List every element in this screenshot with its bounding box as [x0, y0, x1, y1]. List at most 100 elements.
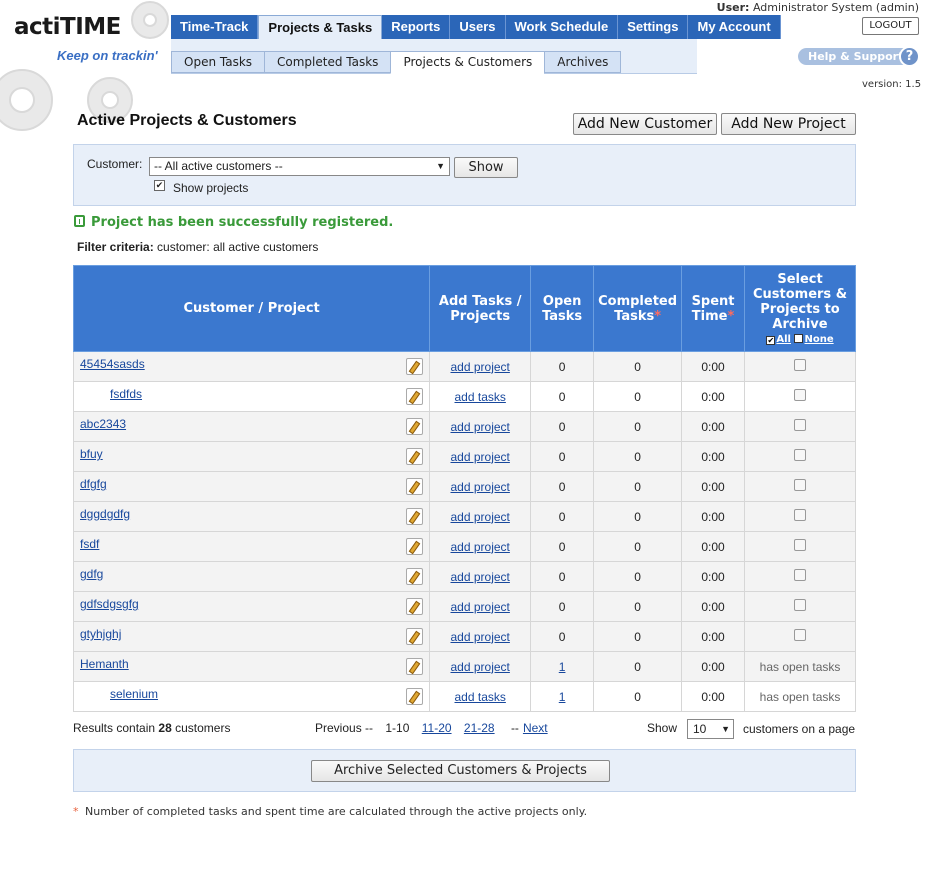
add-new-project-button[interactable]: Add New Project: [721, 113, 856, 135]
edit-icon[interactable]: [406, 658, 424, 675]
project-link[interactable]: fsdfds: [110, 387, 142, 401]
customer-link[interactable]: fsdf: [80, 537, 99, 551]
footnote-text: Number of completed tasks and spent time…: [85, 805, 588, 818]
archive-cell: has open tasks: [744, 651, 856, 682]
show-button[interactable]: Show: [454, 157, 518, 178]
edit-icon[interactable]: [406, 598, 424, 615]
add-project-link[interactable]: add project: [451, 360, 510, 374]
project-row: selenium add tasks 1 0 0:00 has open tas…: [72, 681, 856, 712]
per-page-value: 10: [693, 722, 707, 736]
open-tasks-count: 0: [558, 599, 566, 614]
nav-users[interactable]: Users: [450, 15, 506, 39]
edit-icon[interactable]: [406, 508, 424, 525]
nav-reports[interactable]: Reports: [382, 15, 451, 39]
archive-cell: [744, 621, 856, 652]
per-page-select[interactable]: 10 ▼: [687, 719, 734, 739]
select-all-link[interactable]: All: [776, 334, 791, 345]
edit-icon[interactable]: [406, 568, 424, 585]
edit-icon[interactable]: [406, 478, 424, 495]
archive-selected-button[interactable]: Archive Selected Customers & Projects: [311, 760, 610, 782]
pager-next[interactable]: Next: [523, 721, 548, 735]
completed-count: 0: [634, 449, 641, 464]
add-project-link[interactable]: add project: [451, 630, 510, 644]
add-project-link[interactable]: add project: [451, 570, 510, 584]
footnote: * Number of completed tasks and spent ti…: [73, 805, 587, 818]
nav-projects-tasks[interactable]: Projects & Tasks: [258, 15, 383, 39]
archive-checkbox[interactable]: [794, 599, 807, 611]
customer-link[interactable]: abc2343: [80, 417, 126, 431]
add-project-link[interactable]: add project: [451, 600, 510, 614]
spent-time: 0:00: [701, 539, 725, 554]
customer-row: dggdgdfg add project 0 0 0:00: [72, 501, 856, 532]
archive-checkbox[interactable]: [794, 359, 807, 371]
customer-link[interactable]: bfuy: [80, 447, 103, 461]
help-support-button[interactable]: Help & Support ?: [798, 46, 920, 67]
customer-select-value: -- All active customers --: [154, 159, 283, 173]
tab-completed-tasks[interactable]: Completed Tasks: [264, 51, 391, 73]
name-cell: 45454sasds: [72, 351, 431, 382]
archive-checkbox[interactable]: [794, 389, 807, 401]
archive-checkbox[interactable]: [794, 539, 807, 551]
add-tasks-link[interactable]: add tasks: [455, 390, 506, 404]
edit-icon[interactable]: [406, 388, 424, 405]
archive-checkbox[interactable]: [794, 569, 807, 581]
edit-icon[interactable]: [406, 628, 424, 645]
nav-time-track[interactable]: Time-Track: [171, 15, 259, 39]
add-cell: add project: [429, 591, 532, 622]
completed-cell: 0: [593, 651, 683, 682]
user-label: User:: [716, 1, 750, 14]
open-cell: 0: [530, 411, 595, 442]
tab-archives[interactable]: Archives: [544, 51, 622, 73]
add-project-link[interactable]: add project: [451, 540, 510, 554]
customer-link[interactable]: gdfsdgsgfg: [80, 597, 139, 611]
customer-link[interactable]: dggdgdfg: [80, 507, 130, 521]
customer-link[interactable]: Hemanth: [80, 657, 129, 671]
customer-link[interactable]: 45454sasds: [80, 357, 145, 371]
nav-my-account[interactable]: My Account: [688, 15, 781, 39]
archive-checkbox[interactable]: [794, 629, 807, 641]
select-all-checkbox[interactable]: ✔: [766, 336, 776, 345]
spent-time: 0:00: [701, 389, 725, 404]
show-projects-checkbox[interactable]: ✔: [154, 180, 165, 191]
select-none-link[interactable]: None: [804, 334, 833, 345]
edit-icon[interactable]: [406, 358, 424, 375]
customer-link[interactable]: gtyhjghj: [80, 627, 121, 641]
add-project-link[interactable]: add project: [451, 510, 510, 524]
open-tasks-link[interactable]: 1: [559, 690, 566, 704]
add-cell: add project: [429, 411, 532, 442]
customer-select[interactable]: -- All active customers -- ▼: [149, 157, 450, 176]
completed-cell: 0: [593, 681, 683, 712]
add-project-link[interactable]: add project: [451, 480, 510, 494]
customer-link[interactable]: dfgfg: [80, 477, 107, 491]
top-nav: Time-Track Projects & Tasks Reports User…: [171, 15, 781, 39]
nav-settings[interactable]: Settings: [618, 15, 689, 39]
open-tasks-count: 0: [558, 629, 566, 644]
logout-button[interactable]: LOGOUT: [862, 17, 919, 35]
customer-link[interactable]: gdfg: [80, 567, 103, 581]
archive-checkbox[interactable]: [794, 509, 807, 521]
open-tasks-link[interactable]: 1: [559, 660, 566, 674]
add-project-link[interactable]: add project: [451, 660, 510, 674]
edit-icon[interactable]: [406, 418, 424, 435]
archive-checkbox[interactable]: [794, 449, 807, 461]
add-new-customer-button[interactable]: Add New Customer: [573, 113, 717, 135]
open-cell: 0: [530, 381, 595, 412]
select-none-checkbox[interactable]: [794, 334, 804, 343]
edit-icon[interactable]: [406, 538, 424, 555]
pager-page-11-20[interactable]: 11-20: [422, 721, 452, 735]
archive-checkbox[interactable]: [794, 419, 807, 431]
nav-work-schedule[interactable]: Work Schedule: [505, 15, 619, 39]
edit-icon[interactable]: [406, 448, 424, 465]
add-project-link[interactable]: add project: [451, 420, 510, 434]
open-tasks-count: 0: [558, 449, 566, 464]
open-cell: 1: [530, 651, 595, 682]
pager-page-21-28[interactable]: 21-28: [464, 721, 495, 735]
add-project-link[interactable]: add project: [451, 450, 510, 464]
tab-projects-customers[interactable]: Projects & Customers: [390, 51, 545, 74]
archive-checkbox[interactable]: [794, 479, 807, 491]
tab-open-tasks[interactable]: Open Tasks: [171, 51, 265, 73]
completed-cell: 0: [593, 441, 683, 472]
project-link[interactable]: selenium: [110, 687, 158, 701]
edit-icon[interactable]: [406, 688, 424, 705]
add-tasks-link[interactable]: add tasks: [455, 690, 506, 704]
